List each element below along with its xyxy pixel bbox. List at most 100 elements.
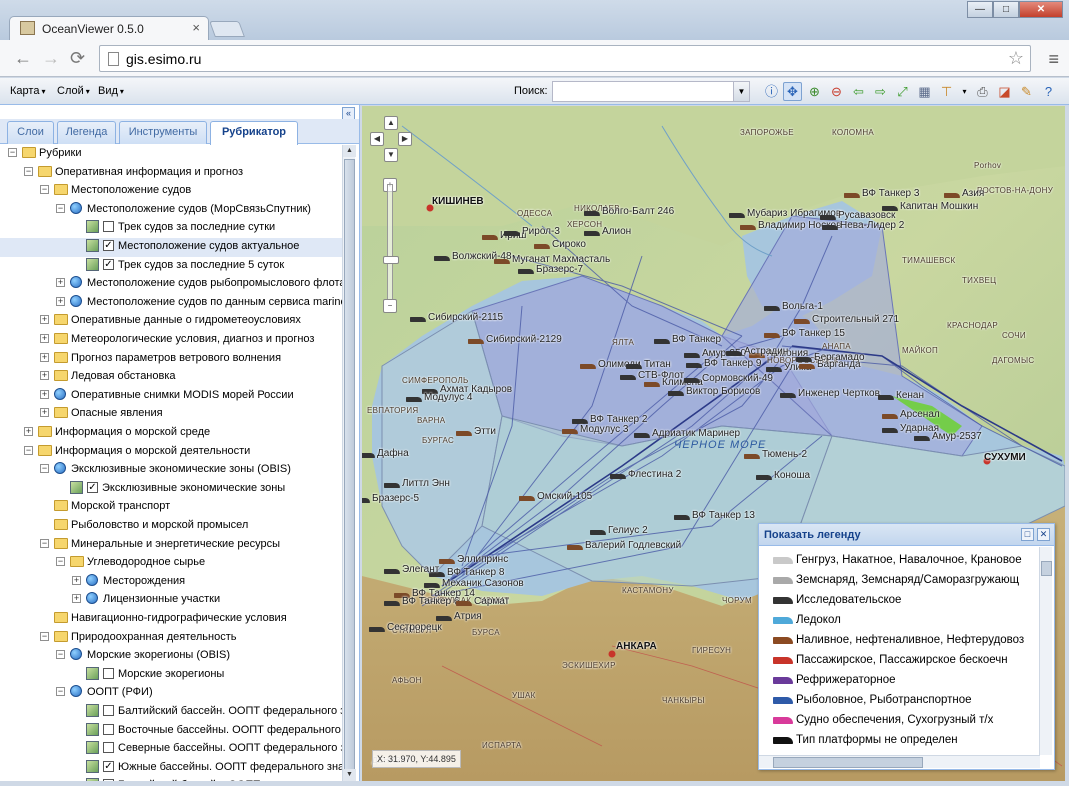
layer-checkbox[interactable]: ✓ bbox=[103, 240, 114, 251]
ship-marker[interactable] bbox=[620, 375, 636, 380]
tree-node[interactable]: Рыболовство и морской промысел bbox=[0, 517, 343, 536]
collapse-node-icon[interactable]: − bbox=[8, 148, 17, 157]
layer-checkbox[interactable] bbox=[103, 667, 114, 679]
tab-close-icon[interactable]: × bbox=[192, 20, 200, 35]
collapse-node-icon[interactable]: − bbox=[40, 538, 49, 548]
zoom-in-icon[interactable]: ⊕ bbox=[805, 82, 824, 101]
tree-node[interactable]: − ООПТ (РФИ) bbox=[0, 684, 343, 703]
tree-node[interactable]: + Оперативные снимки MODIS морей России bbox=[0, 387, 343, 406]
ship-marker[interactable] bbox=[799, 364, 815, 369]
layer-checkbox[interactable] bbox=[103, 742, 114, 754]
ship-marker[interactable] bbox=[796, 357, 812, 362]
tree-node[interactable]: − Рубрики bbox=[0, 145, 343, 164]
ship-marker[interactable] bbox=[634, 433, 650, 438]
ship-marker[interactable] bbox=[844, 193, 860, 198]
expand-node-icon[interactable]: + bbox=[56, 278, 65, 288]
tab-tools[interactable]: Инструменты bbox=[119, 121, 207, 144]
ship-marker[interactable] bbox=[878, 395, 894, 400]
tree-node[interactable]: Морской транспорт bbox=[0, 498, 343, 517]
layer-checkbox[interactable] bbox=[103, 779, 114, 781]
tree-node[interactable]: + Метеорологические условия, диагноз и пр… bbox=[0, 331, 343, 350]
ship-marker[interactable] bbox=[567, 545, 583, 550]
ship-marker[interactable] bbox=[456, 601, 472, 606]
expand-node-icon[interactable]: + bbox=[72, 594, 81, 604]
expand-node-icon[interactable]: + bbox=[72, 575, 81, 585]
collapse-node-icon[interactable]: − bbox=[40, 631, 49, 641]
tree-node[interactable]: + Прогноз параметров ветрового волнения bbox=[0, 350, 343, 369]
ship-marker[interactable] bbox=[944, 193, 960, 198]
tab-layers[interactable]: Слои bbox=[7, 121, 54, 144]
ship-marker[interactable] bbox=[534, 244, 550, 249]
tree-node[interactable]: Морские экорегионы bbox=[0, 666, 343, 685]
pan-icon[interactable]: ✥ bbox=[783, 82, 802, 101]
ship-marker[interactable] bbox=[668, 391, 684, 396]
layer-checkbox[interactable]: ✓ bbox=[103, 258, 114, 270]
pan-down-icon[interactable]: ▼ bbox=[384, 148, 398, 162]
expand-node-icon[interactable]: + bbox=[40, 389, 49, 399]
ship-marker[interactable] bbox=[794, 319, 810, 324]
zoom-slider-thumb[interactable] bbox=[383, 256, 399, 264]
ship-marker[interactable] bbox=[562, 429, 578, 434]
tree-node[interactable]: − Местоположение судов (МорСвязьСпутник) bbox=[0, 201, 343, 220]
ship-marker[interactable] bbox=[684, 353, 700, 358]
tree-node[interactable]: ✓ Местоположение судов актуальное bbox=[0, 238, 343, 257]
layer-checkbox[interactable] bbox=[103, 221, 114, 233]
legend-close-icon[interactable]: ✕ bbox=[1037, 528, 1050, 541]
expand-node-icon[interactable]: + bbox=[56, 296, 65, 306]
tree-node[interactable]: Балтийский бассейн. ООПТ регионального з… bbox=[0, 777, 343, 781]
close-icon[interactable]: ✕ bbox=[1019, 1, 1063, 18]
tree-node[interactable]: − Природоохранная деятельность bbox=[0, 629, 343, 648]
ship-marker[interactable] bbox=[766, 367, 782, 372]
legend-vscroll[interactable] bbox=[1039, 547, 1052, 755]
layer-checkbox[interactable] bbox=[103, 723, 114, 735]
tree-node[interactable]: − Информация о морской деятельности bbox=[0, 443, 343, 462]
ship-marker[interactable] bbox=[436, 616, 452, 621]
ship-marker[interactable] bbox=[384, 483, 400, 488]
layer-checkbox[interactable] bbox=[103, 705, 114, 716]
tree-node[interactable]: + Местоположение судов рыбопромыслового ф… bbox=[0, 275, 343, 294]
menu-map[interactable]: Карта ▾ bbox=[10, 85, 45, 97]
tree-scrollbar[interactable]: ▲ ▼ bbox=[342, 145, 356, 781]
tree-node[interactable]: ✓ Эксклюзивные экономические зоны bbox=[0, 480, 343, 499]
ship-marker[interactable] bbox=[369, 627, 385, 632]
zoom-minus-icon[interactable]: − bbox=[383, 299, 397, 313]
edit-icon[interactable]: ✎ bbox=[1017, 82, 1036, 101]
layer-checkbox[interactable]: ✓ bbox=[87, 481, 98, 493]
ship-marker[interactable] bbox=[439, 559, 455, 564]
maximize-icon[interactable]: □ bbox=[993, 1, 1019, 18]
collapse-node-icon[interactable]: − bbox=[56, 203, 65, 213]
tree-scroll-thumb[interactable] bbox=[344, 159, 355, 779]
new-tab-button[interactable] bbox=[209, 21, 245, 37]
ship-marker[interactable] bbox=[410, 317, 426, 322]
ship-marker[interactable] bbox=[882, 428, 898, 433]
tree-node[interactable]: + Опасные явления bbox=[0, 405, 343, 424]
tree-node[interactable]: + Лицензионные участки bbox=[0, 591, 343, 610]
ship-marker[interactable] bbox=[610, 474, 626, 479]
ship-marker[interactable] bbox=[764, 306, 780, 311]
tree-node[interactable]: ✓ Трек судов за последние 5 суток bbox=[0, 257, 343, 276]
pan-right-icon[interactable]: ▶ bbox=[398, 132, 412, 146]
ship-marker[interactable] bbox=[756, 475, 772, 480]
tree-node[interactable]: Балтийский бассейн. ООПТ федерального зн… bbox=[0, 703, 343, 722]
pan-up-icon[interactable]: ▲ bbox=[384, 116, 398, 130]
collapse-node-icon[interactable]: − bbox=[56, 557, 65, 567]
forward-icon[interactable]: ⇨ bbox=[871, 82, 890, 101]
browser-tab[interactable]: OceanViewer 0.5.0 × bbox=[9, 16, 209, 40]
expand-node-icon[interactable]: + bbox=[40, 334, 49, 343]
ship-marker[interactable] bbox=[780, 393, 796, 398]
back-icon[interactable]: ⇦ bbox=[849, 82, 868, 101]
legend-maximize-icon[interactable]: □ bbox=[1021, 528, 1034, 541]
tree-node[interactable]: + Местоположение судов по данным сервиса … bbox=[0, 294, 343, 313]
collapse-node-icon[interactable]: − bbox=[40, 185, 49, 195]
ship-marker[interactable] bbox=[654, 339, 670, 344]
zoom-out-icon[interactable]: ⊖ bbox=[827, 82, 846, 101]
scroll-down-icon[interactable]: ▼ bbox=[343, 769, 356, 781]
ship-marker[interactable] bbox=[580, 364, 596, 369]
ship-marker[interactable] bbox=[820, 215, 836, 220]
ship-marker[interactable] bbox=[584, 211, 600, 216]
chart-icon[interactable]: ◪ bbox=[995, 82, 1014, 101]
menu-layer[interactable]: Слой ▾ bbox=[57, 85, 90, 97]
legend-vscroll-thumb[interactable] bbox=[1041, 561, 1052, 576]
ship-marker[interactable] bbox=[434, 256, 450, 261]
measure-dropdown-icon[interactable]: ▾ bbox=[955, 82, 974, 101]
